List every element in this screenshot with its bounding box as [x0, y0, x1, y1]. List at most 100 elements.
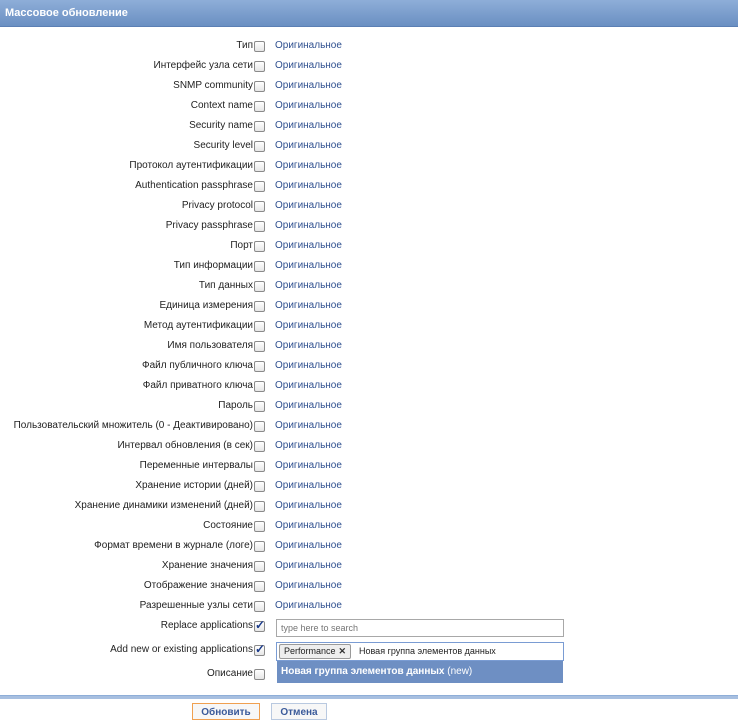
- property-row: Хранение динамики изменений (дней) Оригин…: [0, 497, 738, 517]
- property-row: SNMP community Оригинальное: [0, 77, 738, 97]
- replace-applications-checkbox[interactable]: [254, 618, 265, 632]
- property-row: Пароль Оригинальное: [0, 397, 738, 417]
- property-label: Метод аутентификации: [143, 320, 253, 331]
- property-value: Оригинальное: [275, 100, 342, 111]
- applications-search-input[interactable]: [277, 620, 565, 636]
- property-checkbox[interactable]: [254, 161, 265, 172]
- property-checkbox[interactable]: [254, 261, 265, 272]
- property-label: Переменные интервалы: [139, 460, 253, 471]
- description-label: Описание: [206, 668, 253, 679]
- property-value: Оригинальное: [275, 540, 342, 551]
- property-checkbox[interactable]: [254, 441, 265, 452]
- multiselect-typed-text[interactable]: Новая группа элементов данных: [359, 646, 496, 656]
- property-checkbox[interactable]: [254, 601, 265, 612]
- update-button[interactable]: Обновить: [192, 703, 260, 720]
- property-row: Разрешенные узлы сети Оригинальное: [0, 597, 738, 617]
- property-row: Authentication passphrase Оригинальное: [0, 177, 738, 197]
- property-label: Хранение динамики изменений (дней): [74, 500, 253, 511]
- property-row: Порт Оригинальное: [0, 237, 738, 257]
- window-title-bar: Массовое обновление: [0, 0, 738, 27]
- property-checkbox[interactable]: [254, 561, 265, 572]
- property-row: Privacy passphrase Оригинальное: [0, 217, 738, 237]
- add-applications-checkbox[interactable]: [254, 642, 265, 656]
- application-tag: Performance ✕: [279, 644, 352, 659]
- property-checkbox[interactable]: [254, 421, 265, 432]
- property-row: Тип Оригинальное: [0, 37, 738, 57]
- property-checkbox[interactable]: [254, 381, 265, 392]
- property-value: Оригинальное: [275, 80, 342, 91]
- property-checkbox[interactable]: [254, 141, 265, 152]
- property-label: Context name: [190, 100, 253, 111]
- property-checkbox[interactable]: [254, 221, 265, 232]
- property-checkbox[interactable]: [254, 581, 265, 592]
- property-row: Единица измерения Оригинальное: [0, 297, 738, 317]
- property-checkbox[interactable]: [254, 341, 265, 352]
- property-value: Оригинальное: [275, 480, 342, 491]
- property-label: Privacy protocol: [181, 200, 253, 211]
- property-label: Хранение истории (дней): [135, 480, 253, 491]
- property-checkbox[interactable]: [254, 121, 265, 132]
- property-value: Оригинальное: [275, 220, 342, 231]
- property-checkbox[interactable]: [254, 201, 265, 212]
- property-row: Хранение значения Оригинальное: [0, 557, 738, 577]
- footer-divider: [0, 695, 738, 699]
- property-checkbox[interactable]: [254, 61, 265, 72]
- replace-applications-label: Replace applications: [160, 620, 253, 631]
- property-row: Формат времени в журнале (логе) Оригиналь…: [0, 537, 738, 557]
- property-label: Разрешенные узлы сети: [139, 600, 253, 611]
- property-checkbox[interactable]: [254, 101, 265, 112]
- property-row: Переменные интервалы Оригинальное: [0, 457, 738, 477]
- property-label: Хранение значения: [161, 560, 253, 571]
- property-checkbox[interactable]: [254, 241, 265, 252]
- property-row: Протокол аутентификации Оригинальное: [0, 157, 738, 177]
- property-label: Состояние: [203, 520, 253, 531]
- property-label: Privacy passphrase: [165, 220, 253, 231]
- property-row: Security level Оригинальное: [0, 137, 738, 157]
- property-checkbox[interactable]: [254, 541, 265, 552]
- description-checkbox[interactable]: [254, 669, 265, 680]
- property-value: Оригинальное: [275, 460, 342, 471]
- property-value: Оригинальное: [275, 600, 342, 611]
- property-checkbox[interactable]: [254, 41, 265, 52]
- property-value: Оригинальное: [275, 160, 342, 171]
- property-row: Хранение истории (дней) Оригинальное: [0, 477, 738, 497]
- property-checkbox[interactable]: [254, 401, 265, 412]
- property-checkbox[interactable]: [254, 81, 265, 92]
- property-checkbox[interactable]: [254, 481, 265, 492]
- property-label: Интерфейс узла сети: [153, 60, 254, 71]
- property-value: Оригинальное: [275, 360, 342, 371]
- property-label: Порт: [230, 240, 253, 251]
- cancel-button[interactable]: Отмена: [271, 703, 327, 720]
- property-value: Оригинальное: [275, 560, 342, 571]
- description-row: Описание: [0, 665, 738, 685]
- remove-tag-icon[interactable]: ✕: [339, 646, 347, 656]
- property-checkbox[interactable]: [254, 501, 265, 512]
- property-value: Оригинальное: [275, 400, 342, 411]
- property-value: Оригинальное: [275, 280, 342, 291]
- applications-search-box[interactable]: [276, 619, 565, 637]
- property-value: Оригинальное: [275, 240, 342, 251]
- property-value: Оригинальное: [275, 580, 342, 591]
- property-row: Отображение значения Оригинальное: [0, 577, 738, 597]
- property-checkbox[interactable]: [254, 461, 265, 472]
- property-row: Security name Оригинальное: [0, 117, 738, 137]
- property-label: Файл публичного ключа: [141, 360, 253, 371]
- property-row: Файл публичного ключа Оригинальное: [0, 357, 738, 377]
- property-label: Security name: [189, 120, 253, 131]
- property-label: Тип информации: [173, 260, 253, 271]
- property-checkbox[interactable]: [254, 321, 265, 332]
- property-label: Тип данных: [198, 280, 253, 291]
- property-checkbox[interactable]: [254, 361, 265, 372]
- window-title: Массовое обновление: [5, 7, 128, 19]
- add-applications-multiselect[interactable]: Performance ✕ Новая группа элементов данн…: [276, 642, 564, 661]
- property-checkbox[interactable]: [254, 181, 265, 192]
- property-checkbox[interactable]: [254, 521, 265, 532]
- property-checkbox[interactable]: [254, 281, 265, 292]
- property-row: Privacy protocol Оригинальное: [0, 197, 738, 217]
- property-row: Файл приватного ключа Оригинальное: [0, 377, 738, 397]
- property-row: Пользовательский множитель (0 - Деактиви…: [0, 417, 738, 437]
- application-tag-label: Performance: [284, 646, 336, 656]
- property-value: Оригинальное: [275, 520, 342, 531]
- property-value: Оригинальное: [275, 200, 342, 211]
- property-checkbox[interactable]: [254, 301, 265, 312]
